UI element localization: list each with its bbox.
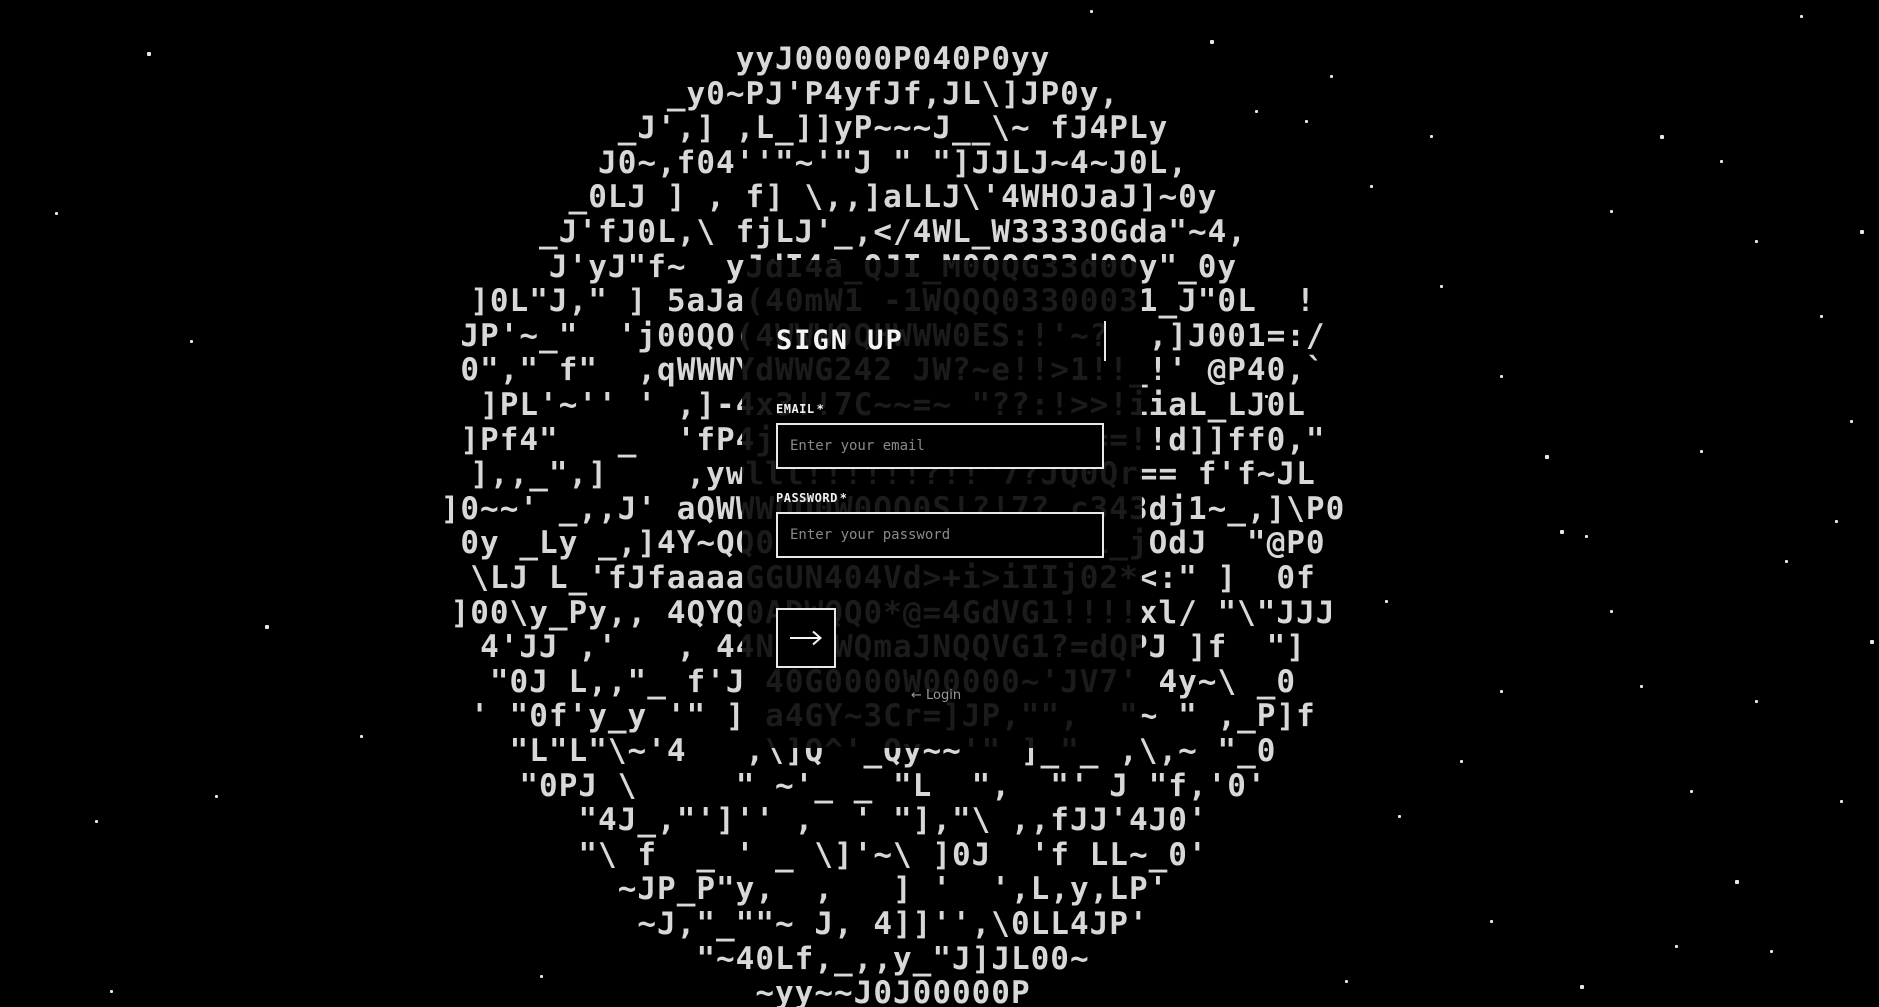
email-required-mark: *	[816, 402, 825, 416]
star-dot	[190, 340, 193, 343]
star-dot	[1610, 210, 1613, 213]
star-dot	[1370, 185, 1373, 188]
ascii-art-line: ~J,"_""~ J, 4]]'',\0LL4JP'	[637, 906, 1149, 942]
email-label: EMAIL *	[776, 402, 824, 416]
star-dot	[1398, 815, 1401, 818]
star-dot	[1345, 980, 1348, 983]
star-dot	[1090, 10, 1093, 13]
star-dot	[1430, 135, 1433, 138]
star-dot	[1560, 530, 1564, 534]
star-dot	[1640, 685, 1643, 688]
star-dot	[265, 625, 269, 629]
star-dot	[1580, 985, 1584, 989]
star-dot	[1755, 700, 1758, 703]
ascii-art-line: _J'fJ0L,\ fjLJ'_,</4WL_W3333OGda"~4,	[539, 214, 1247, 250]
star-dot	[1660, 135, 1664, 139]
ascii-art-line: _y0~PJ'P4yfJf,JL\]JP0y,	[666, 75, 1120, 112]
star-dot	[1720, 160, 1723, 163]
star-dot	[540, 975, 543, 978]
ascii-art-line: J0~,f04''"~'"J " "]JJLJ~4~J0L,	[598, 144, 1188, 181]
star-dot	[1770, 950, 1773, 953]
ascii-art-line: "\ f _ ' _ \]'~\ ]0J 'f LL~_0'	[578, 836, 1208, 873]
star-dot	[215, 795, 218, 798]
ascii-art-line: ~yy~~J0J00000P	[755, 975, 1031, 1007]
star-dot	[1385, 600, 1388, 603]
submit-button[interactable]	[776, 608, 836, 668]
star-dot	[1210, 40, 1214, 44]
ascii-art-line: "0PJ \ " ~'_ _ "L ", "' J "f,'0'	[519, 767, 1267, 804]
star-dot	[1835, 520, 1838, 523]
ascii-art-line: "4J_,"']'' , ' "],"\ ,,fJJ'4J0'	[578, 802, 1208, 839]
star-dot	[1700, 450, 1703, 453]
ascii-art-line: ~JP_P"y, , ] ' ',L,y,LP'	[617, 871, 1169, 908]
star-dot	[1735, 880, 1739, 884]
email-label-text: EMAIL	[776, 402, 815, 416]
ascii-art-line: "~40Lf,_,,y_"J]JL00~	[696, 940, 1090, 977]
star-dot	[1440, 285, 1443, 288]
ascii-art-line: _J',] ,L_]]yP~~~J__\~ fJ4PLy	[617, 110, 1169, 147]
star-dot	[1460, 760, 1463, 763]
password-label-text: PASSWORD	[776, 491, 838, 505]
password-label: PASSWORD *	[776, 491, 848, 505]
star-dot	[1610, 610, 1613, 613]
star-dot	[1860, 230, 1864, 234]
star-dot	[95, 820, 98, 823]
star-dot	[360, 735, 363, 738]
star-dot	[1800, 15, 1803, 18]
star-dot	[1500, 375, 1503, 378]
password-required-mark: *	[839, 491, 848, 505]
star-dot	[1785, 560, 1788, 563]
email-field[interactable]	[776, 423, 1104, 469]
star-dot	[1500, 690, 1503, 693]
star-dot	[1490, 920, 1493, 923]
title-row: Sign Up	[776, 321, 1106, 361]
star-dot	[147, 52, 151, 56]
ascii-art-line: _0LJ ] , f] \,,]aLLJ\'4WHOJaJ]~0y	[568, 179, 1218, 216]
arrow-right-icon	[790, 630, 823, 646]
star-dot	[55, 212, 58, 215]
ascii-art-line: yyJ00000P040P0yy	[735, 41, 1051, 77]
star-dot	[1305, 120, 1308, 123]
star-dot	[1330, 75, 1333, 78]
star-dot	[1850, 420, 1853, 423]
page-title: Sign Up	[776, 325, 904, 356]
star-dot	[1840, 800, 1843, 803]
star-dot	[1870, 640, 1874, 644]
login-link[interactable]: ← Login	[911, 688, 961, 703]
password-field[interactable]	[776, 512, 1104, 558]
star-dot	[110, 990, 113, 993]
star-dot	[1585, 535, 1588, 538]
star-dot	[1675, 945, 1678, 948]
star-dot	[1255, 110, 1258, 113]
star-dot	[1545, 455, 1549, 459]
star-dot	[1265, 395, 1268, 398]
star-dot	[1690, 790, 1693, 793]
star-dot	[1820, 315, 1823, 318]
star-dot	[1755, 240, 1758, 243]
